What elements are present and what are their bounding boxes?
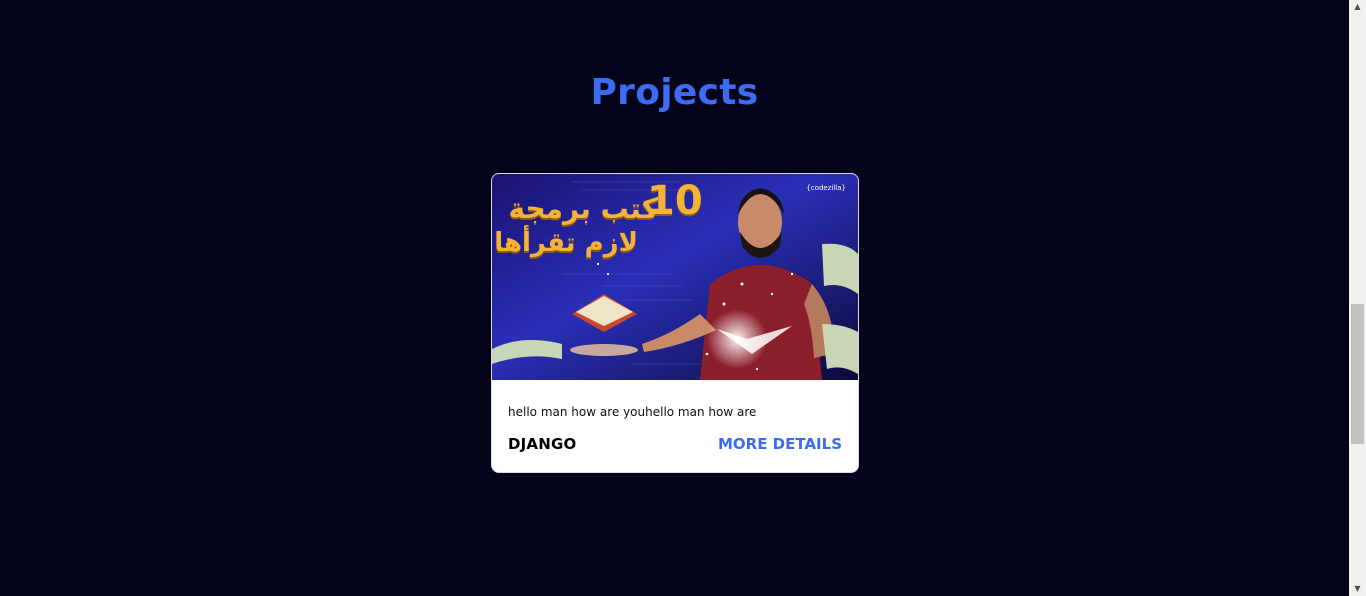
section-title: Projects — [590, 72, 759, 113]
scrollbar-thumb[interactable] — [1351, 304, 1364, 444]
scroll-down-arrow-icon[interactable]: ▼ — [1349, 582, 1366, 596]
page: Projects 10 كتب برمجة لازم تقرأها {codez… — [0, 0, 1366, 596]
thumbnail-title-line2: لازم تقرأها — [494, 228, 638, 258]
more-details-link[interactable]: MORE DETAILS — [718, 435, 842, 453]
project-thumbnail[interactable]: 10 كتب برمجة لازم تقرأها {codezilla} — [492, 174, 858, 380]
project-tag: DJANGO — [508, 435, 577, 453]
scroll-up-arrow-icon[interactable]: ▲ — [1349, 0, 1366, 14]
thumbnail-title-line1: كتب برمجة — [508, 192, 658, 225]
project-description: hello man how are youhello man how are — [508, 405, 757, 419]
thumbnail-brand: {codezilla} — [806, 184, 846, 192]
vertical-scrollbar[interactable]: ▲ ▼ — [1349, 0, 1366, 596]
project-card: 10 كتب برمجة لازم تقرأها {codezilla} hel… — [491, 173, 859, 473]
